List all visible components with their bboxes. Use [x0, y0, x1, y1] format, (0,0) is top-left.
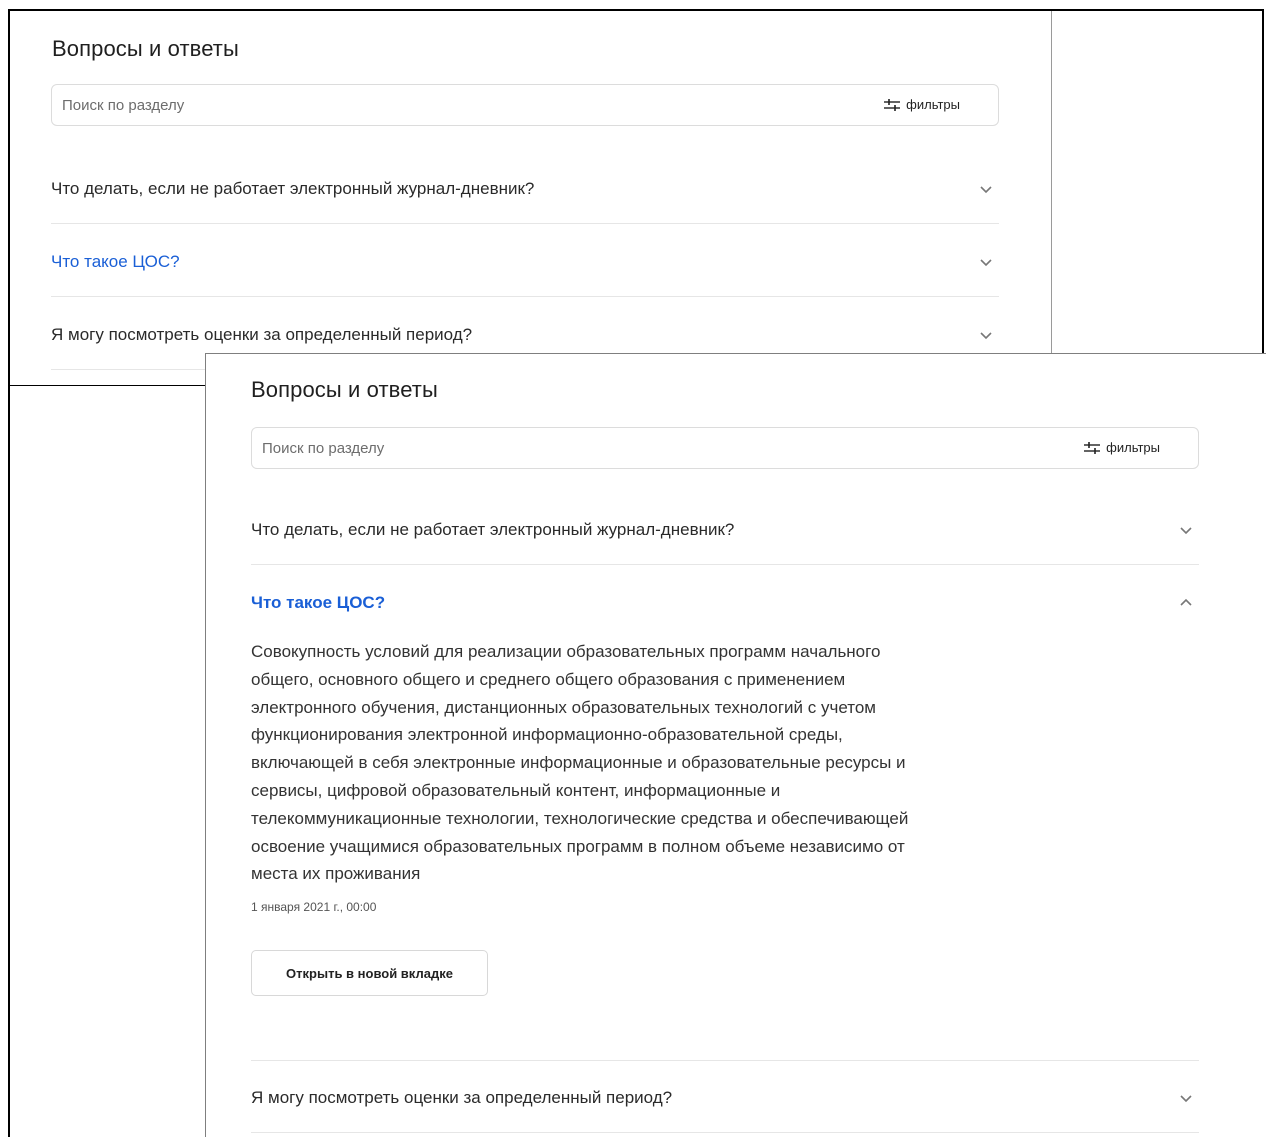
chevron-down-icon[interactable] [979, 257, 993, 267]
chevron-up-icon[interactable] [1179, 597, 1193, 607]
open-in-new-tab-button[interactable]: Открыть в новой вкладке [251, 950, 488, 996]
sliders-icon [884, 98, 901, 111]
answer-line: сервисы, цифровой образовательный контен… [251, 780, 781, 800]
search-placeholder: Поиск по разделу [262, 440, 385, 457]
answer-line: места их проживания [251, 864, 421, 884]
chevron-down-icon[interactable] [1179, 525, 1193, 535]
faq-panel-expanded: Вопросы и ответы Поиск по разделу фильтр… [205, 353, 1266, 1137]
faq-question: Что такое ЦОС? [251, 593, 386, 612]
faq-question: Я могу посмотреть оценки за определенный… [51, 325, 473, 344]
faq-item[interactable]: Что делать, если не работает электронный… [51, 161, 999, 224]
page-title: Вопросы и ответы [251, 377, 438, 402]
answer-line: электронного обучения, дистанционных обр… [251, 697, 876, 717]
search-input[interactable]: Поиск по разделу фильтры [251, 427, 1199, 469]
filters-label: фильтры [1106, 440, 1160, 455]
chevron-down-icon[interactable] [979, 330, 993, 340]
filters-button[interactable]: фильтры [884, 97, 960, 112]
divider [10, 385, 208, 386]
sliders-icon [1084, 441, 1101, 454]
faq-panel-collapsed: Вопросы и ответы Поиск по разделу фильтр… [8, 9, 1264, 386]
filters-button[interactable]: фильтры [1084, 440, 1160, 455]
chevron-down-icon[interactable] [979, 184, 993, 194]
answer-line: включающей в себя электронные информацио… [251, 753, 906, 773]
faq-question: Я могу посмотреть оценки за определенный… [251, 1088, 673, 1107]
chevron-down-icon[interactable] [1179, 1093, 1193, 1103]
filters-label: фильтры [906, 97, 960, 112]
answer-date: 1 января 2021 г., 00:00 [251, 900, 377, 914]
search-placeholder: Поиск по разделу [62, 97, 185, 114]
answer-line: функционирования электронной информацион… [251, 725, 843, 745]
answer-line: освоение учащимися образовательных прогр… [251, 836, 905, 856]
faq-question: Что делать, если не работает электронный… [251, 520, 735, 539]
search-input[interactable]: Поиск по разделу фильтры [51, 84, 999, 126]
page-title: Вопросы и ответы [52, 36, 239, 61]
faq-question: Что такое ЦОС? [51, 252, 180, 271]
answer-line: Совокупность условий для реализации обра… [251, 642, 881, 661]
answer-line: телекоммуникационные технологии, техноло… [251, 808, 909, 828]
answer-line: общего, основного общего и среднего обще… [251, 669, 846, 689]
faq-item[interactable]: Я могу посмотреть оценки за определенный… [251, 1061, 1199, 1133]
faq-item[interactable]: Что такое ЦОС? [51, 224, 999, 297]
divider [1051, 11, 1052, 356]
faq-item-expanded[interactable]: Что такое ЦОС? Совокупность условий для … [251, 565, 1199, 1061]
frame-border [8, 384, 10, 1137]
faq-item[interactable]: Что делать, если не работает электронный… [251, 502, 1199, 565]
faq-question: Что делать, если не работает электронный… [51, 179, 535, 198]
faq-answer: Совокупность условий для реализации обра… [251, 638, 1011, 888]
